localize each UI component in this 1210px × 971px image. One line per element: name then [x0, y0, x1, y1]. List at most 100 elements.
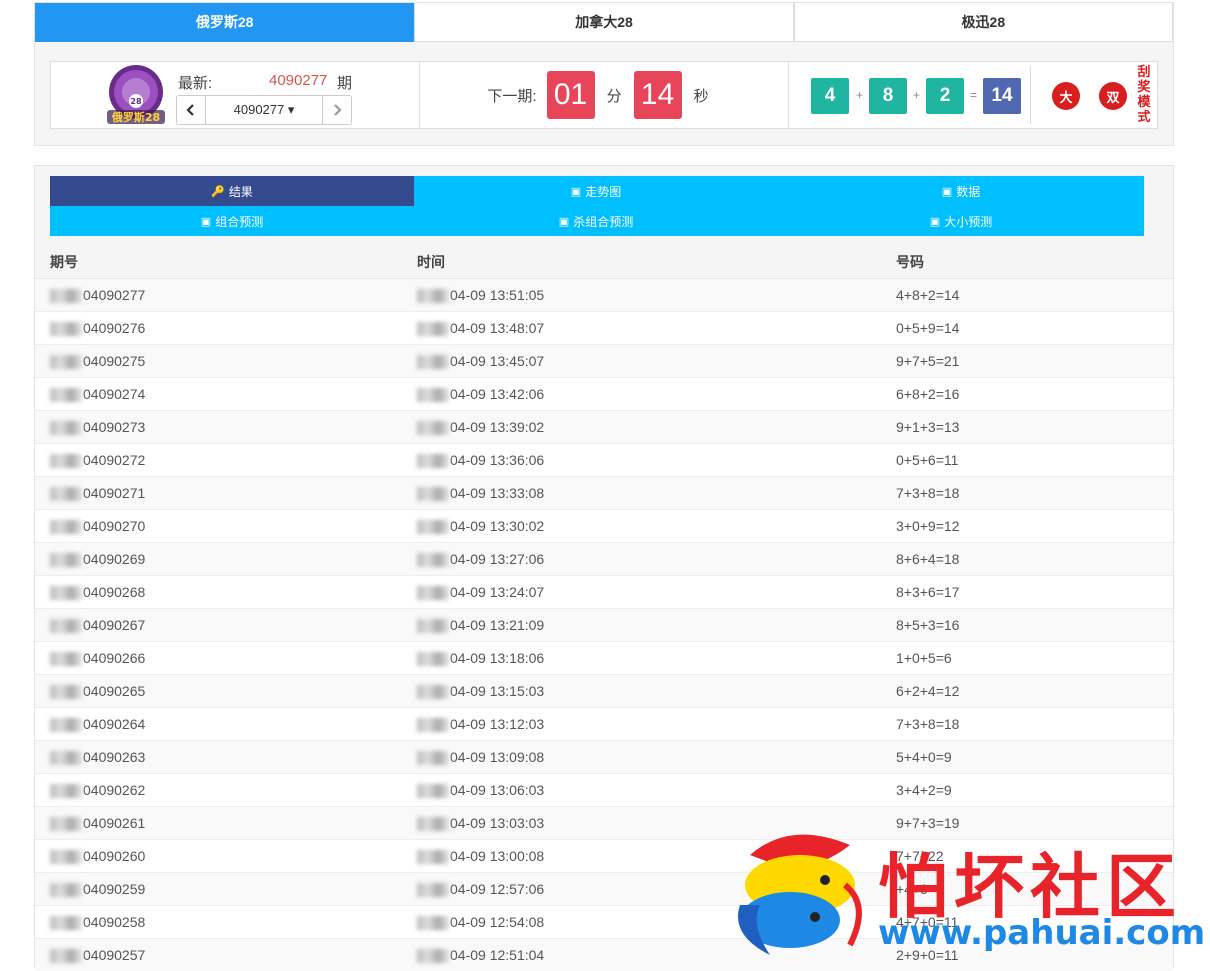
numbers-cell: 0+5+6=11 — [881, 444, 1173, 477]
time-cell: 04-09 13:12:03 — [402, 708, 881, 741]
time-cell-text: 04-09 13:42:06 — [450, 386, 544, 402]
issue-cell-text: 04090257 — [83, 947, 145, 963]
latest-issue-number: 4090277 — [269, 72, 327, 89]
table-row: 0409027004-09 13:30:023+0+9=12 — [35, 510, 1173, 543]
time-cell: 04-09 13:30:02 — [402, 510, 881, 543]
scratch-mode-link[interactable]: 刮奖模式 — [1135, 64, 1153, 124]
chevron-left-icon — [186, 104, 196, 116]
numbers-cell-text: 3+4+2=9 — [896, 782, 952, 798]
nav-size-prediction[interactable]: ▣ 大小预测 — [778, 206, 1144, 236]
equals-sign: = — [970, 88, 977, 102]
col-numbers-header: 号码 — [881, 246, 1173, 279]
redacted-prefix — [50, 586, 82, 600]
result-ball-3: 2 — [926, 78, 964, 114]
redacted-prefix — [417, 421, 449, 435]
nav-combo-prediction[interactable]: ▣ 组合预测 — [50, 206, 414, 236]
latest-issue-suffix: 期 — [337, 72, 352, 93]
table-row: 0409026904-09 13:27:068+6+4=18 — [35, 543, 1173, 576]
issue-cell-text: 04090265 — [83, 683, 145, 699]
redacted-prefix — [417, 850, 449, 864]
seconds-unit: 秒 — [694, 85, 709, 106]
issue-cell: 04090258 — [35, 906, 402, 939]
issue-cell-text: 04090266 — [83, 650, 145, 666]
latest-label: 最新: — [178, 72, 212, 93]
redacted-prefix — [417, 949, 449, 963]
table-row: 0409027404-09 13:42:066+8+2=16 — [35, 378, 1173, 411]
size-badge: 大 — [1052, 82, 1080, 110]
result-ball-1: 4 — [811, 78, 849, 114]
nav-kill-combo-label: 杀组合预测 — [573, 213, 633, 230]
numbers-cell-text: 5+4+0=9 — [896, 749, 952, 765]
redacted-prefix — [50, 883, 82, 897]
numbers-cell: 7+3+8=18 — [881, 708, 1173, 741]
issue-cell: 04090270 — [35, 510, 402, 543]
time-cell-text: 04-09 12:51:04 — [450, 947, 544, 963]
redacted-prefix — [50, 289, 82, 303]
issue-cell-text: 04090277 — [83, 287, 145, 303]
issue-cell-text: 04090275 — [83, 353, 145, 369]
numbers-cell: 8+5+3=16 — [881, 609, 1173, 642]
numbers-cell: 8+3+6=17 — [881, 576, 1173, 609]
numbers-cell-text: 0+5+6=11 — [896, 452, 958, 468]
section-nav: 🔑 结果 ▣ 走势图 ▣ 数据 ▣ 组合预测 ▣ 杀组合预测 ▣ 大小预测 — [50, 176, 1144, 236]
numbers-cell: 5+4+0=9 — [881, 741, 1173, 774]
table-row: 0409026404-09 13:12:037+3+8=18 — [35, 708, 1173, 741]
time-cell-text: 04-09 13:27:06 — [450, 551, 544, 567]
time-cell: 04-09 13:45:07 — [402, 345, 881, 378]
issue-select[interactable]: 4090277 ▾ — [206, 96, 322, 124]
time-cell-text: 04-09 13:15:03 — [450, 683, 544, 699]
redacted-prefix — [50, 916, 82, 930]
time-cell: 04-09 13:27:06 — [402, 543, 881, 576]
numbers-cell: 9+1+3=13 — [881, 411, 1173, 444]
redacted-prefix — [417, 652, 449, 666]
redacted-prefix — [417, 289, 449, 303]
numbers-cell-text: 7+3+8=18 — [896, 485, 959, 501]
tab-russia28[interactable]: 俄罗斯28 — [35, 3, 414, 42]
tab-canada28[interactable]: 加拿大28 — [414, 3, 793, 42]
redacted-prefix — [50, 619, 82, 633]
next-draw-label: 下一期: — [487, 85, 536, 106]
nav-data[interactable]: ▣ 数据 — [778, 176, 1144, 206]
issue-cell-text: 04090276 — [83, 320, 145, 336]
issue-cell: 04090267 — [35, 609, 402, 642]
tab-jixun28[interactable]: 极迅28 — [794, 3, 1173, 42]
issue-cell-text: 04090268 — [83, 584, 145, 600]
issue-cell-text: 04090261 — [83, 815, 145, 831]
numbers-cell-text: 7+3+8=18 — [896, 716, 959, 732]
table-row: 04090268 04-09 13:24:07 8+3+6=17 — [35, 576, 1173, 609]
issue-cell: 04090276 — [35, 312, 402, 345]
nav-size-label: 大小预测 — [944, 213, 992, 230]
time-cell-text: 04-09 13:21:09 — [450, 617, 544, 633]
redacted-prefix — [417, 619, 449, 633]
time-cell: 04-09 13:42:06 — [402, 378, 881, 411]
prev-issue-button[interactable] — [177, 96, 206, 124]
redacted-prefix — [50, 784, 82, 798]
time-cell: 04-09 13:33:08 — [402, 477, 881, 510]
game-tabs: 俄罗斯28 加拿大28 极迅28 — [35, 3, 1173, 42]
nav-trend-chart[interactable]: ▣ 走势图 — [414, 176, 778, 206]
numbers-cell: 3+4+2=9 — [881, 774, 1173, 807]
numbers-cell-text: 8+5+3=16 — [896, 617, 959, 633]
numbers-cell: 0+5+9=14 — [881, 312, 1173, 345]
time-cell-text: 04-09 12:54:08 — [450, 914, 544, 930]
time-cell: 04-09 13:15:03 — [402, 675, 881, 708]
image-icon: ▣ — [559, 215, 569, 228]
time-cell-text: 04-09 13:06:03 — [450, 782, 544, 798]
issue-cell-text: 04090259 — [83, 881, 145, 897]
nav-results-label: 结果 — [229, 183, 253, 200]
time-cell: 04-09 13:06:03 — [402, 774, 881, 807]
next-issue-button[interactable] — [322, 96, 351, 124]
redacted-prefix — [50, 817, 82, 831]
redacted-prefix — [417, 355, 449, 369]
redacted-prefix — [50, 685, 82, 699]
nav-results[interactable]: 🔑 结果 — [50, 176, 414, 206]
time-cell-text: 04-09 13:09:08 — [450, 749, 544, 765]
redacted-prefix — [50, 322, 82, 336]
nav-kill-combo-prediction[interactable]: ▣ 杀组合预测 — [414, 206, 778, 236]
time-cell-text: 04-09 13:24:07 — [450, 584, 544, 600]
issue-cell-text: 04090274 — [83, 386, 145, 402]
countdown-cell: 下一期: 01 分 14 秒 — [419, 61, 789, 129]
table-row: 0409027204-09 13:36:060+5+6=11 — [35, 444, 1173, 477]
time-cell-text: 04-09 13:33:08 — [450, 485, 544, 501]
issue-cell: 04090275 — [35, 345, 402, 378]
